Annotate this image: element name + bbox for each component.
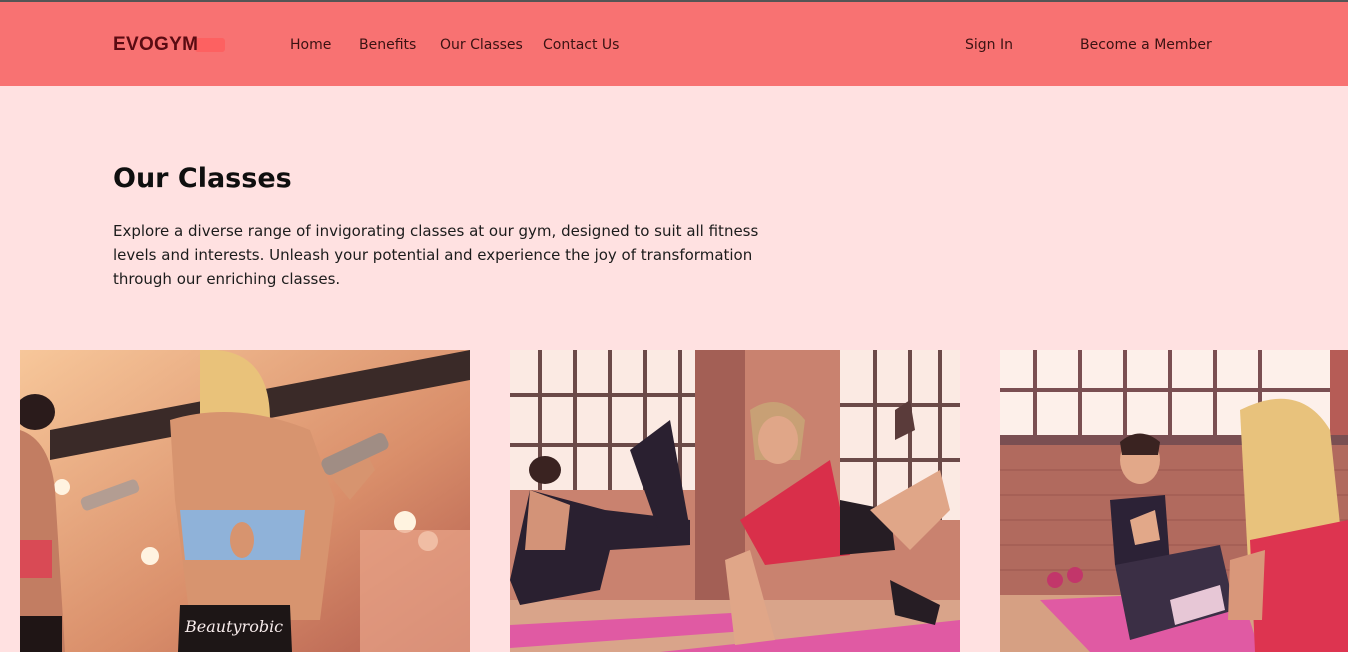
section-description: Explore a diverse range of invigorating …: [113, 222, 759, 288]
logo-accent: [195, 38, 225, 52]
class-card-3[interactable]: [1000, 350, 1348, 652]
nav-link-benefits[interactable]: Benefits: [359, 37, 416, 53]
sign-in-link[interactable]: Sign In: [965, 37, 1013, 53]
class-image-dumbbell: Beautyrobic: [20, 350, 470, 652]
shirt-text: Beautyrobic: [184, 617, 283, 636]
logo[interactable]: EVOGYM: [113, 34, 198, 56]
navbar: EVOGYM Home Benefits Our Classes Contact…: [0, 2, 1348, 86]
section-title: Our Classes: [113, 163, 292, 194]
nav-link-our-classes[interactable]: Our Classes: [440, 37, 523, 53]
nav-link-contact-us[interactable]: Contact Us: [543, 37, 619, 53]
class-card-1[interactable]: Beautyrobic: [20, 350, 470, 652]
class-image-stretching: [1000, 350, 1348, 652]
class-card-2[interactable]: [510, 350, 960, 652]
class-image-floor-workout: [510, 350, 960, 652]
nav-link-home[interactable]: Home: [290, 37, 331, 53]
become-member-button[interactable]: Become a Member: [1080, 37, 1212, 53]
